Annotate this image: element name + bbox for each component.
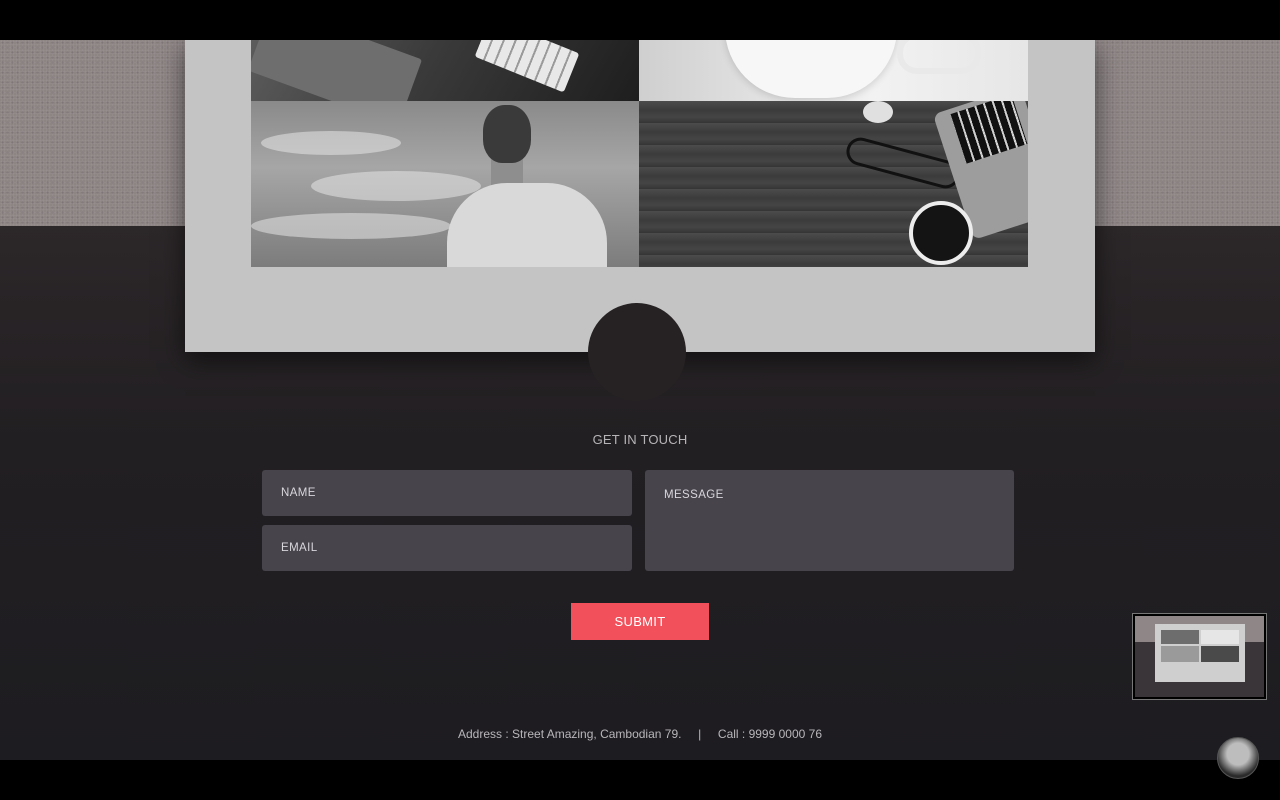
keyboard-shape [474,40,580,93]
page: GET IN TOUCH NAME EMAIL MESSAGE SUBMIT A… [0,40,1280,760]
contact-title: GET IN TOUCH [592,432,688,447]
thumbnail-image [1161,646,1199,662]
gallery-card [185,40,1095,401]
preview-thumbnail[interactable] [1132,613,1267,700]
person-body-shape [447,183,607,267]
thumbnail-image [1201,646,1239,662]
flower-shape [863,101,893,123]
gallery-photo-man[interactable] [251,101,639,267]
presenter-avatar [1217,737,1259,779]
cloud-shape [251,213,451,239]
thumbnail-image [1201,630,1239,644]
gallery-photo-coffee-mug[interactable] [639,40,1028,101]
cloud-shape [261,131,401,155]
mug-handle-shape [897,40,981,74]
cloud-shape [311,171,481,201]
message-textarea[interactable]: MESSAGE [645,470,1014,571]
footer-contact-info: Address : Street Amazing, Cambodian 79. … [458,727,822,741]
submit-button[interactable]: SUBMIT [571,603,709,640]
gallery-photo-notebook-keyboard[interactable] [251,40,639,101]
letterbox-top [0,0,1280,40]
letterbox-bottom [0,760,1280,800]
gallery-photo-desk[interactable] [639,101,1028,267]
notebook-shape [251,40,423,101]
name-input[interactable]: NAME [262,470,632,516]
card-notch [588,303,686,401]
thumbnail-card [1155,624,1245,682]
thumbnail-image [1161,630,1199,644]
email-input[interactable]: EMAIL [262,525,632,571]
person-head-shape [483,105,531,163]
mug-shape [725,40,897,98]
coffee-cup-shape [909,201,973,265]
